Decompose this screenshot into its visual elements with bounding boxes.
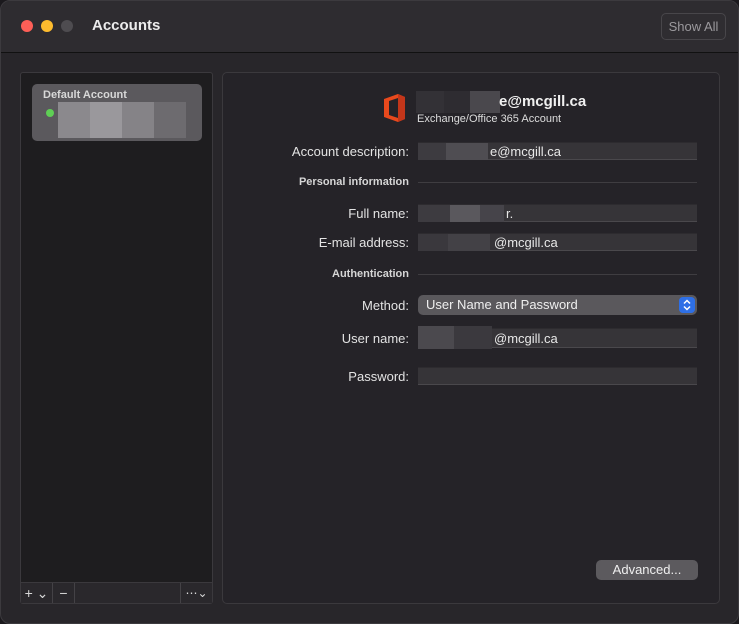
email-address-value: @mcgill.ca bbox=[494, 235, 558, 250]
method-select[interactable]: User Name and Password bbox=[418, 295, 697, 315]
email-address-label: E-mail address: bbox=[318, 235, 409, 250]
remove-account-button[interactable]: − bbox=[53, 583, 75, 603]
account-description-label: Account description: bbox=[291, 144, 409, 159]
account-details-panel: e@mcgill.ca Exchange/Office 365 Account … bbox=[222, 72, 720, 604]
method-label: Method: bbox=[362, 298, 409, 313]
account-description-value: e@mcgill.ca bbox=[490, 144, 561, 159]
redacted-header-email bbox=[416, 91, 500, 113]
accounts-window: Accounts Show All Default Account + ⌄ − … bbox=[0, 0, 739, 624]
title-bar: Accounts Show All bbox=[1, 1, 738, 53]
user-name-field[interactable]: @mcgill.ca bbox=[418, 326, 697, 349]
zoom-window-button[interactable] bbox=[61, 20, 73, 32]
section-divider bbox=[418, 182, 697, 183]
sidebar-toolbar: + ⌄ − ⋯⌄ bbox=[21, 582, 212, 603]
redacted-account-name bbox=[58, 102, 186, 140]
account-email-heading: e@mcgill.ca bbox=[499, 93, 587, 110]
account-type-label: Exchange/Office 365 Account bbox=[417, 113, 562, 125]
email-address-field[interactable]: @mcgill.ca bbox=[418, 233, 697, 251]
default-account-label: Default Account bbox=[43, 89, 127, 101]
minimize-window-button[interactable] bbox=[41, 20, 53, 32]
personal-information-heading: Personal information bbox=[298, 176, 409, 188]
full-name-label: Full name: bbox=[348, 206, 409, 221]
user-name-value: @mcgill.ca bbox=[494, 331, 558, 346]
add-account-button[interactable]: + ⌄ bbox=[21, 583, 53, 603]
password-field[interactable] bbox=[418, 367, 697, 385]
full-name-field[interactable]: r. bbox=[418, 204, 697, 222]
user-name-label: User name: bbox=[341, 331, 409, 346]
password-label: Password: bbox=[348, 369, 409, 384]
accounts-sidebar: Default Account + ⌄ − ⋯⌄ bbox=[20, 72, 213, 604]
authentication-heading: Authentication bbox=[332, 268, 409, 280]
show-all-button[interactable]: Show All bbox=[661, 13, 726, 40]
window-title: Accounts bbox=[92, 17, 161, 34]
advanced-button[interactable]: Advanced... bbox=[596, 560, 698, 580]
account-list-item[interactable]: Default Account bbox=[32, 84, 202, 141]
method-value: User Name and Password bbox=[426, 297, 578, 312]
chevron-up-down-icon bbox=[679, 297, 695, 313]
office-365-icon bbox=[384, 94, 405, 122]
full-name-value: r. bbox=[506, 206, 514, 221]
account-description-field[interactable]: e@mcgill.ca bbox=[418, 142, 697, 160]
section-divider bbox=[418, 274, 697, 275]
more-options-button[interactable]: ⋯⌄ bbox=[180, 583, 212, 603]
status-online-icon bbox=[46, 109, 54, 117]
close-window-button[interactable] bbox=[21, 20, 33, 32]
